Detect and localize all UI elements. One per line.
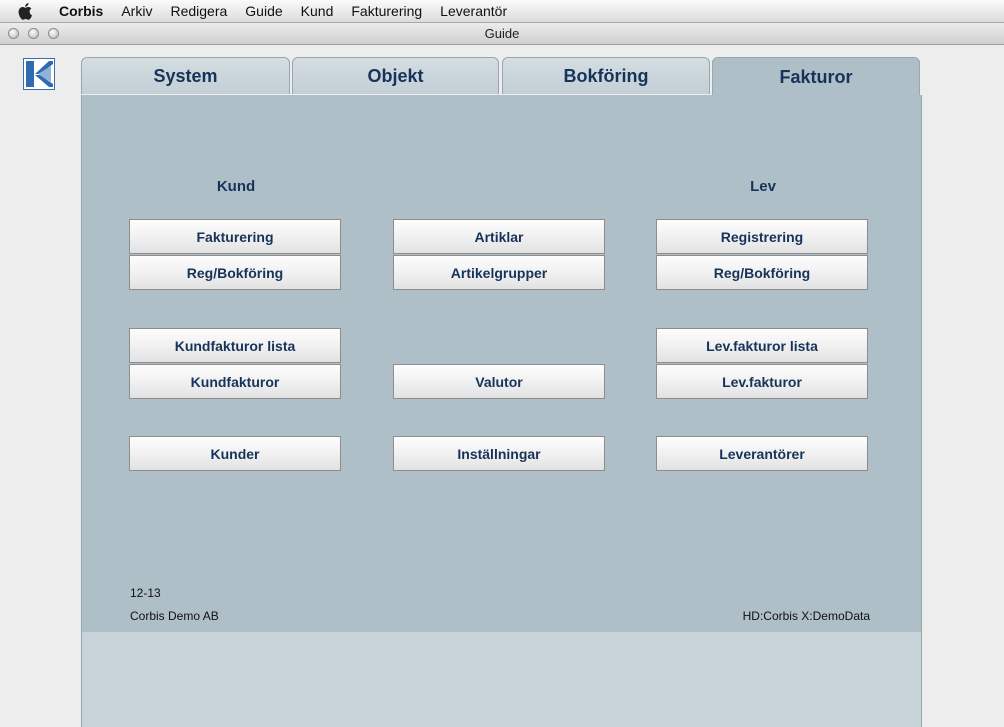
tab-system[interactable]: System	[81, 57, 290, 94]
window-titlebar: Guide	[0, 23, 1004, 45]
panel-lower-area	[81, 632, 922, 727]
artiklar-button-label: Artiklar	[474, 228, 524, 245]
period-label: 12-13	[130, 586, 161, 600]
kund-reg-bokforing-button[interactable]: Reg/Bokföring	[129, 255, 341, 290]
lev-reg-bokforing-button-label: Reg/Bokföring	[713, 264, 811, 281]
lev-reg-bokforing-button[interactable]: Reg/Bokföring	[656, 255, 868, 290]
valutor-button[interactable]: Valutor	[393, 364, 605, 399]
menu-fakturering[interactable]: Fakturering	[342, 0, 431, 22]
installningar-button[interactable]: Inställningar	[393, 436, 605, 471]
kundfakturor-button[interactable]: Kundfakturor	[129, 364, 341, 399]
levfakturor-button-label: Lev.fakturor	[722, 373, 802, 390]
menu-kund[interactable]: Kund	[292, 0, 343, 22]
artiklar-button[interactable]: Artiklar	[393, 219, 605, 254]
tab-objekt[interactable]: Objekt	[292, 57, 499, 94]
tab-bokforing-label: Bokföring	[563, 65, 649, 86]
kundfakturor-lista-button[interactable]: Kundfakturor lista	[129, 328, 341, 363]
apple-icon[interactable]	[18, 2, 36, 20]
heading-lev: Lev	[750, 178, 776, 195]
leverantorer-button-label: Leverantörer	[719, 445, 805, 462]
levfakturor-button[interactable]: Lev.fakturor	[656, 364, 868, 399]
menu-leverantor[interactable]: Leverantör	[431, 0, 516, 22]
corbis-logo-icon	[23, 58, 55, 90]
tab-objekt-label: Objekt	[367, 65, 424, 86]
registrering-button[interactable]: Registrering	[656, 219, 868, 254]
menu-guide[interactable]: Guide	[236, 0, 291, 22]
registrering-button-label: Registrering	[720, 228, 804, 245]
kundfakturor-button-label: Kundfakturor	[190, 373, 280, 390]
menu-arkiv[interactable]: Arkiv	[112, 0, 161, 22]
data-path: HD:Corbis X:DemoData	[742, 609, 870, 623]
leverantorer-button[interactable]: Leverantörer	[656, 436, 868, 471]
kunder-button-label: Kunder	[210, 445, 260, 462]
window-title: Guide	[484, 26, 520, 41]
fakturering-button-label: Fakturering	[196, 228, 274, 245]
kundfakturor-lista-button-label: Kundfakturor lista	[174, 337, 296, 354]
menu-redigera[interactable]: Redigera	[161, 0, 236, 22]
installningar-button-label: Inställningar	[457, 445, 541, 462]
tab-fakturor-label: Fakturor	[779, 66, 853, 87]
tab-system-label: System	[153, 65, 218, 86]
levfakturor-lista-button-label: Lev.fakturor lista	[706, 337, 818, 354]
valutor-button-label: Valutor	[475, 373, 523, 390]
artikelgrupper-button-label: Artikelgrupper	[450, 264, 548, 281]
heading-kund: Kund	[216, 178, 256, 195]
tab-bokforing[interactable]: Bokföring	[502, 57, 710, 94]
kund-reg-bokforing-button-label: Reg/Bokföring	[186, 264, 284, 281]
menu-app[interactable]: Corbis	[50, 0, 112, 22]
kunder-button[interactable]: Kunder	[129, 436, 341, 471]
fakturering-button[interactable]: Fakturering	[129, 219, 341, 254]
levfakturor-lista-button[interactable]: Lev.fakturor lista	[656, 328, 868, 363]
tab-fakturor[interactable]: Fakturor	[712, 57, 920, 96]
menu-bar: Corbis Arkiv Redigera Guide Kund Fakture…	[0, 0, 1004, 23]
company-name: Corbis Demo AB	[130, 609, 219, 623]
artikelgrupper-button[interactable]: Artikelgrupper	[393, 255, 605, 290]
